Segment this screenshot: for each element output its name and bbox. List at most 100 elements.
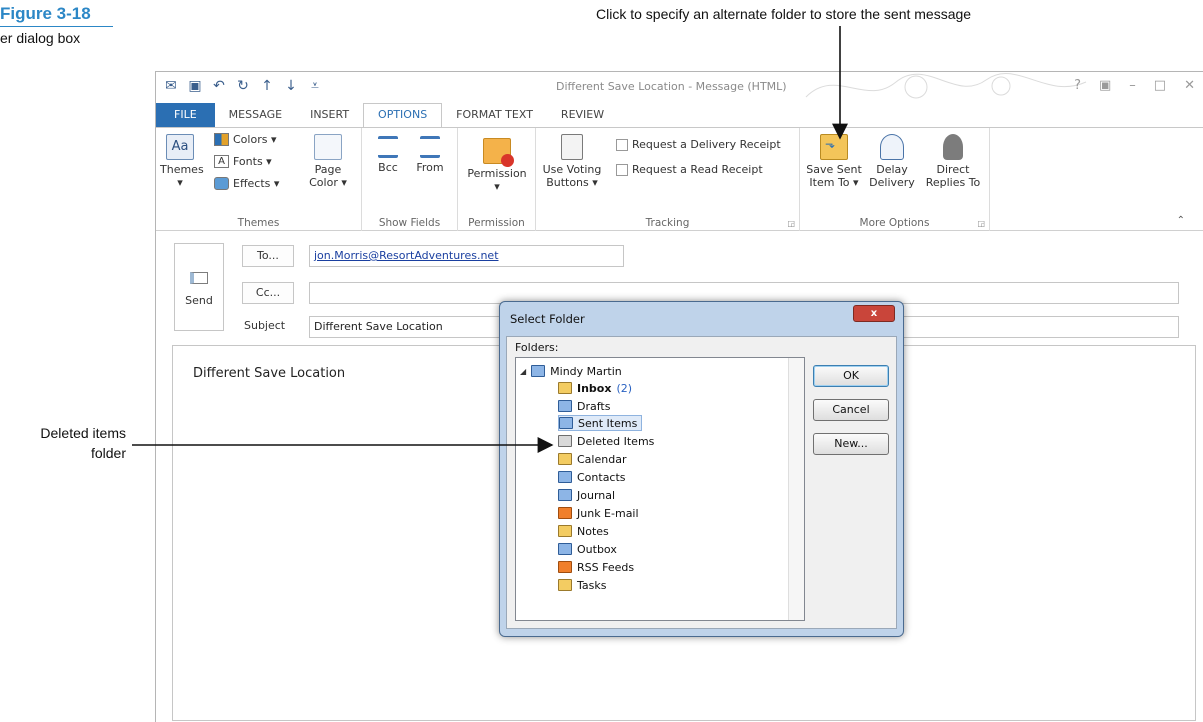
folder-sent-items[interactable]: Sent Items [558, 415, 643, 431]
permission-icon [483, 138, 514, 167]
from-button[interactable]: From [412, 136, 448, 174]
folder-inbox[interactable]: Inbox (2) [558, 380, 632, 396]
undo-icon[interactable]: ↶ [212, 78, 226, 94]
help-icon[interactable]: ? [1074, 78, 1081, 93]
direct-replies-to-button[interactable]: Direct Replies To [924, 134, 982, 189]
deleted-items-label: Deleted Items [577, 434, 655, 448]
folder-rss-feeds[interactable]: RSS Feeds [558, 559, 634, 575]
page-color-label-2: Color ▾ [309, 176, 347, 189]
root-label: Mindy Martin [550, 364, 622, 378]
down-arrow-icon[interactable]: ↓ [284, 78, 298, 94]
deleted-items-icon [558, 435, 572, 447]
tab-file[interactable]: FILE [156, 103, 215, 127]
minimize-icon[interactable]: – [1129, 78, 1136, 93]
rss-feeds-label: RSS Feeds [577, 560, 635, 574]
message-body-text: Different Save Location [193, 366, 346, 381]
ribbon: Aa Themes ▾ Colors ▾ A Fonts ▾ Effects ▾… [156, 127, 1203, 231]
folder-journal[interactable]: Journal [558, 487, 615, 503]
permission-button[interactable]: Permission ▾ [464, 138, 530, 193]
ok-button[interactable]: OK [813, 365, 889, 387]
figure-number: Figure 3-18 [0, 4, 91, 23]
direct-label-2: Replies To [925, 176, 981, 189]
folder-calendar[interactable]: Calendar [558, 451, 626, 467]
bcc-button[interactable]: Bcc [370, 136, 406, 174]
save-sent-item-to-button[interactable]: ⬎ Save Sent Item To ▾ [804, 134, 864, 189]
colors-label: Colors ▾ [233, 133, 277, 146]
folder-notes[interactable]: Notes [558, 523, 609, 539]
use-voting-buttons[interactable]: Use Voting Buttons ▾ [542, 134, 602, 189]
send-button[interactable]: Send [174, 243, 224, 331]
tab-format-text[interactable]: FORMAT TEXT [442, 103, 547, 127]
folder-tasks[interactable]: Tasks [558, 577, 606, 593]
themes-button[interactable]: Aa Themes ▾ [160, 134, 204, 189]
save-sent-label-2: Item To ▾ [809, 176, 859, 189]
folder-deleted-items[interactable]: Deleted Items [558, 433, 654, 449]
themes-group-label: Themes [237, 217, 280, 229]
callout-deleted-items: Deleted items folder [0, 423, 126, 463]
folder-drafts[interactable]: Drafts [558, 398, 610, 414]
customize-toolbar-icon[interactable]: ⩡ [308, 78, 322, 94]
read-receipt-checkbox[interactable]: Request a Read Receipt [616, 163, 763, 176]
dialog-close-button[interactable]: x [853, 305, 895, 322]
themes-group: Aa Themes ▾ Colors ▾ A Fonts ▾ Effects ▾… [156, 128, 362, 231]
ribbon-display-icon[interactable]: ▣ [1099, 78, 1111, 93]
new-folder-button[interactable]: New... [813, 433, 889, 455]
send-icon [190, 272, 208, 284]
tab-review[interactable]: REVIEW [547, 103, 618, 127]
folder-tree[interactable]: ◢ Mindy Martin Inbox (2) Drafts Sent Ite… [515, 357, 805, 621]
delivery-receipt-checkbox[interactable]: Request a Delivery Receipt [616, 138, 781, 151]
contacts-label: Contacts [577, 470, 626, 484]
cancel-button[interactable]: Cancel [813, 399, 889, 421]
inbox-label: Inbox [577, 381, 612, 395]
bcc-label: Bcc [378, 161, 398, 174]
mail-icon[interactable]: ✉ [164, 78, 178, 94]
folder-contacts[interactable]: Contacts [558, 469, 626, 485]
folder-outbox[interactable]: Outbox [558, 541, 617, 557]
redo-icon[interactable]: ↻ [236, 78, 250, 94]
tracking-group: Use Voting Buttons ▾ Request a Delivery … [536, 128, 800, 231]
folders-label: Folders: [515, 341, 559, 354]
folder-junk-email[interactable]: Junk E-mail [558, 505, 639, 521]
tree-root-mindy-martin[interactable]: ◢ Mindy Martin [520, 363, 622, 379]
read-receipt-label: Request a Read Receipt [632, 163, 763, 176]
tracking-launcher-icon[interactable]: ◲ [787, 219, 795, 228]
fonts-icon: A [214, 155, 229, 168]
save-sent-label: Save Sent [806, 163, 862, 176]
direct-label: Direct [936, 163, 970, 176]
ribbon-tabs: FILE MESSAGE INSERT OPTIONS FORMAT TEXT … [156, 103, 1203, 127]
delay-delivery-button[interactable]: Delay Delivery [866, 134, 918, 189]
outbox-label: Outbox [577, 542, 617, 556]
more-options-launcher-icon[interactable]: ◲ [977, 219, 985, 228]
title-swirl-decoration [805, 73, 1087, 99]
effects-button[interactable]: Effects ▾ [214, 177, 279, 190]
colors-button[interactable]: Colors ▾ [214, 133, 276, 146]
fonts-button[interactable]: A Fonts ▾ [214, 155, 272, 168]
tab-options[interactable]: OPTIONS [363, 103, 443, 127]
close-icon[interactable]: ✕ [1184, 78, 1195, 93]
drafts-label: Drafts [577, 399, 611, 413]
collapse-ribbon-icon[interactable]: ⌃ [1177, 215, 1185, 226]
more-options-group: ⬎ Save Sent Item To ▾ Delay Delivery Dir… [800, 128, 990, 231]
tab-message[interactable]: MESSAGE [215, 103, 296, 127]
themes-label: Themes [160, 163, 204, 176]
tree-scrollbar[interactable] [788, 358, 804, 620]
collapse-triangle-icon[interactable]: ◢ [520, 367, 526, 376]
page-color-button[interactable]: Page Color ▾ [302, 134, 354, 189]
to-button[interactable]: To... [242, 245, 294, 267]
rss-feeds-icon [558, 561, 572, 573]
calendar-label: Calendar [577, 452, 627, 466]
journal-label: Journal [577, 488, 616, 502]
callout-line-2: folder [90, 445, 126, 461]
contacts-icon [558, 471, 572, 483]
up-arrow-icon[interactable]: ↑ [260, 78, 274, 94]
maximize-icon[interactable]: □ [1154, 78, 1166, 93]
direct-replies-icon [943, 134, 963, 160]
tab-insert[interactable]: INSERT [296, 103, 363, 127]
bcc-icon [378, 136, 398, 158]
save-icon[interactable]: ▣ [188, 78, 202, 94]
cc-button[interactable]: Cc... [242, 282, 294, 304]
read-checkbox-box[interactable] [616, 163, 628, 176]
to-field[interactable]: jon.Morris@ResortAdventures.net [309, 245, 624, 267]
delivery-checkbox-box[interactable] [616, 138, 628, 151]
figure-subtitle: er dialog box [0, 30, 81, 46]
